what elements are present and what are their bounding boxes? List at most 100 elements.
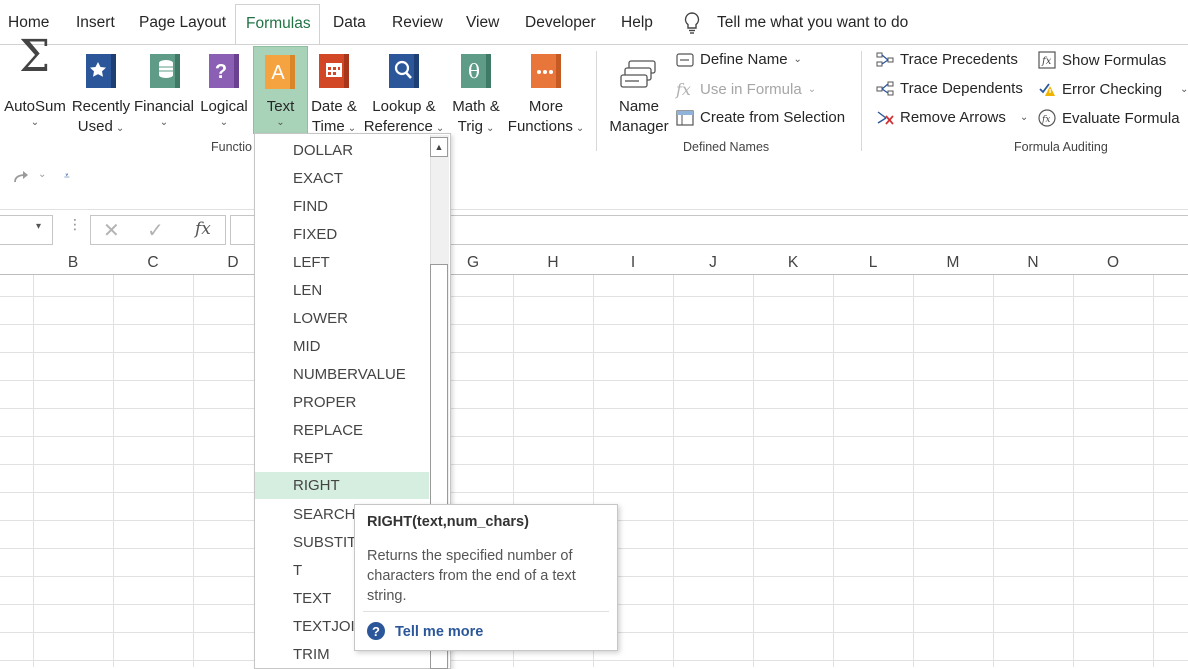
vertical-dots-icon[interactable]: ⋮: [68, 216, 82, 233]
trace-dependents-button[interactable]: Trace Dependents: [876, 80, 1023, 97]
check-icon[interactable]: ✓: [147, 218, 164, 243]
function-tooltip: RIGHT(text,num_chars) Returns the specif…: [354, 504, 618, 651]
function-item-find[interactable]: FIND: [255, 193, 429, 219]
function-item-dollar[interactable]: DOLLAR: [255, 137, 429, 163]
financial-label: Financial: [133, 98, 195, 115]
autosum-button[interactable]: Σ AutoSum ⌄: [3, 31, 67, 129]
remove-arrows-button[interactable]: Remove Arrows ⌄: [876, 109, 1028, 126]
column-header[interactable]: K: [753, 254, 833, 272]
star-book-icon: [71, 51, 131, 97]
show-formulas-button[interactable]: fx Show Formulas: [1038, 51, 1166, 69]
name-manager-button[interactable]: Name Manager: [604, 51, 674, 137]
math-trig-button[interactable]: θ Math & Trig ⌄: [447, 51, 505, 139]
function-item-rept[interactable]: REPT: [255, 445, 429, 471]
column-header[interactable]: M: [913, 254, 993, 272]
column-header[interactable]: O: [1073, 254, 1153, 272]
text-button[interactable]: A Text ⌄: [253, 46, 308, 134]
help-circle-icon[interactable]: ?: [367, 622, 385, 644]
lookup-reference-button[interactable]: Lookup & Reference ⌄: [362, 51, 446, 139]
remove-arrows-label: Remove Arrows: [900, 109, 1006, 126]
calendar-book-icon: [305, 51, 363, 97]
svg-text:?: ?: [372, 624, 380, 639]
tab-page-layout[interactable]: Page Layout: [139, 14, 226, 32]
function-item-len[interactable]: LEN: [255, 277, 429, 303]
redo-icon[interactable]: [12, 169, 32, 189]
name-box[interactable]: ▾: [0, 215, 53, 245]
column-header[interactable]: C: [113, 254, 193, 272]
coins-book-icon: [133, 51, 195, 97]
sigma-icon: Σ: [19, 31, 51, 82]
more-functions-button[interactable]: More Functions ⌄: [504, 51, 588, 139]
evaluate-formula-icon: fx: [1038, 109, 1056, 127]
insert-function-icon[interactable]: fx: [195, 219, 211, 239]
trace-dependents-icon: [876, 81, 894, 95]
chevron-down-icon: ⌄: [1180, 83, 1188, 95]
name-tags-icon: [604, 51, 674, 97]
tab-data[interactable]: Data: [333, 14, 366, 32]
function-item-fixed[interactable]: FIXED: [255, 221, 429, 247]
function-item-left[interactable]: LEFT: [255, 249, 429, 275]
tell-me-box[interactable]: Tell me what you want to do: [717, 14, 908, 32]
chevron-down-icon: ⌄: [793, 54, 802, 65]
error-checking-button[interactable]: Error Checking ⌄: [1038, 80, 1188, 98]
scroll-up-arrow-icon[interactable]: ▲: [430, 137, 448, 157]
tab-developer[interactable]: Developer: [525, 14, 596, 32]
tab-home[interactable]: Home: [8, 14, 49, 32]
column-header[interactable]: N: [993, 254, 1073, 272]
function-item-right[interactable]: RIGHT: [255, 472, 429, 499]
tab-review[interactable]: Review: [392, 14, 443, 32]
define-name-button[interactable]: Define Name ⌄: [676, 51, 802, 68]
chevron-down-icon: ⌄: [219, 117, 229, 128]
name-tag-icon: [676, 52, 694, 67]
column-header[interactable]: L: [833, 254, 913, 272]
function-item-exact[interactable]: EXACT: [255, 165, 429, 191]
more-label-2: Functions: [507, 118, 573, 135]
ribbon: Σ AutoSum ⌄ Recently Used ⌄ Financial ⌄ ?…: [0, 31, 1188, 158]
cancel-icon[interactable]: ✕: [103, 218, 120, 243]
redo-dropdown-icon[interactable]: ⌄: [38, 169, 46, 180]
recently-used-label-1: Recently: [71, 98, 131, 115]
show-formulas-label: Show Formulas: [1062, 51, 1167, 69]
evaluate-formula-button[interactable]: fx Evaluate Formula: [1038, 109, 1180, 127]
customize-qat-icon[interactable]: ⩡: [64, 171, 70, 182]
lookup-label-1: Lookup &: [372, 98, 436, 115]
tab-formulas[interactable]: Formulas: [235, 4, 320, 46]
column-header[interactable]: J: [673, 254, 753, 272]
date-time-button[interactable]: Date & Time ⌄: [305, 51, 363, 139]
chevron-down-icon: ⌄: [276, 117, 285, 128]
function-item-replace[interactable]: REPLACE: [255, 417, 429, 443]
menu-bar: Home Insert Page Layout Formulas Data Re…: [0, 0, 1188, 46]
create-from-selection-button[interactable]: Create from Selection: [676, 109, 845, 126]
svg-text:θ: θ: [468, 59, 480, 83]
trace-precedents-button[interactable]: Trace Precedents: [876, 51, 1018, 68]
column-header[interactable]: I: [593, 254, 673, 272]
tab-view[interactable]: View: [466, 14, 499, 32]
function-item-numbervalue[interactable]: NUMBERVALUE: [255, 361, 429, 387]
name-manager-label-2: Manager: [609, 118, 669, 135]
recently-used-label-2: Used: [77, 118, 113, 135]
show-formulas-icon: fx: [1038, 51, 1056, 69]
use-in-formula-label: Use in Formula: [700, 81, 802, 98]
tooltip-divider: [363, 611, 609, 612]
tab-help[interactable]: Help: [621, 14, 653, 32]
function-item-lower[interactable]: LOWER: [255, 305, 429, 331]
recently-used-button[interactable]: Recently Used ⌄: [71, 51, 131, 139]
column-header[interactable]: B: [33, 254, 113, 272]
group-divider: [861, 51, 862, 151]
use-in-formula-button[interactable]: fx Use in Formula ⌄: [676, 80, 816, 99]
ellipsis-book-icon: [504, 51, 588, 97]
tell-me-more-link[interactable]: Tell me more: [395, 624, 483, 640]
trace-precedents-label: Trace Precedents: [900, 51, 1018, 68]
defined-names-group-label: Defined Names: [683, 140, 770, 154]
svg-text:fx: fx: [1041, 56, 1052, 67]
magnifier-book-icon: [362, 51, 446, 97]
financial-button[interactable]: Financial ⌄: [133, 51, 195, 129]
function-item-mid[interactable]: MID: [255, 333, 429, 359]
text-label: Text: [266, 98, 295, 115]
column-header[interactable]: H: [513, 254, 593, 272]
function-item-proper[interactable]: PROPER: [255, 389, 429, 415]
chevron-down-icon: ⌄: [115, 123, 125, 134]
logical-button[interactable]: ? Logical ⌄: [197, 51, 251, 129]
svg-text:fx: fx: [1041, 115, 1050, 125]
tab-insert[interactable]: Insert: [76, 14, 115, 32]
